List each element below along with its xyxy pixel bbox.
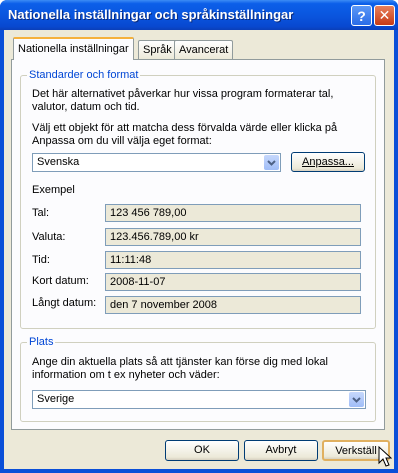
example-long-date-label: Långt datum: [32,297,97,309]
example-short-date-value: 2008-11-07 [105,273,361,291]
example-heading: Exempel [32,184,75,196]
close-icon: ✕ [378,7,391,23]
example-time-value: 11:11:48 [105,251,361,269]
tab-label: Avancerat [179,44,229,56]
example-number-label: Tal: [32,207,50,219]
mouse-pointer-icon [378,445,393,471]
example-number-value: 123 456 789,00 [105,204,361,222]
cancel-button-label: Avbryt [265,444,297,456]
help-icon: ? [357,7,366,24]
location-description: Ange din aktuella plats så att tjänster … [32,356,328,381]
window-title: Nationella inställningar och språkinstäl… [8,7,294,22]
customize-button[interactable]: Anpassa... [291,152,365,172]
title-bar[interactable]: Nationella inställningar och språkinstäl… [0,0,398,30]
standards-instruction: Välj ett objekt för att matcha dess förv… [32,122,338,147]
chevron-down-icon[interactable] [264,155,279,170]
format-select[interactable]: Svenska [32,153,281,172]
location-group: Plats Ange din aktuella plats så att tjä… [20,336,376,422]
example-time-label: Tid: [32,254,50,266]
standards-formats-legend: Standarder och format [27,69,141,81]
ok-button[interactable]: OK [165,440,239,461]
standards-formats-group: Standarder och format Det här alternativ… [20,69,376,329]
example-long-date-value: den 7 november 2008 [105,296,361,314]
customize-button-label: Anpassa... [302,156,354,168]
help-button[interactable]: ? [351,5,372,26]
dialog-client-area: Nationella inställningar Språk Avancerat… [4,30,394,469]
location-select-value: Sverige [37,393,75,405]
tab-label: Nationella inställningar [18,43,129,55]
tab-advanced[interactable]: Avancerat [174,40,234,59]
format-select-value: Svenska [37,156,80,168]
apply-button-label: Verkställ [335,445,377,457]
example-short-date-label: Kort datum: [32,275,89,287]
tab-regional-settings[interactable]: Nationella inställningar [13,37,134,60]
location-select[interactable]: Sverige [32,390,366,409]
location-legend: Plats [27,336,56,348]
ok-button-label: OK [194,444,210,456]
standards-description: Det här alternativet påverkar hur vissa … [32,88,334,113]
tab-panel: Standarder och format Det här alternativ… [11,59,385,430]
chevron-down-icon[interactable] [349,392,364,407]
cancel-button[interactable]: Avbryt [244,440,318,461]
close-button[interactable]: ✕ [374,5,395,26]
example-currency-value: 123.456.789,00 kr [105,228,361,246]
tab-languages[interactable]: Språk [138,40,177,59]
dialog-window: Nationella inställningar och språkinstäl… [0,0,398,473]
example-currency-label: Valuta: [32,231,66,243]
tab-label: Språk [143,44,172,56]
